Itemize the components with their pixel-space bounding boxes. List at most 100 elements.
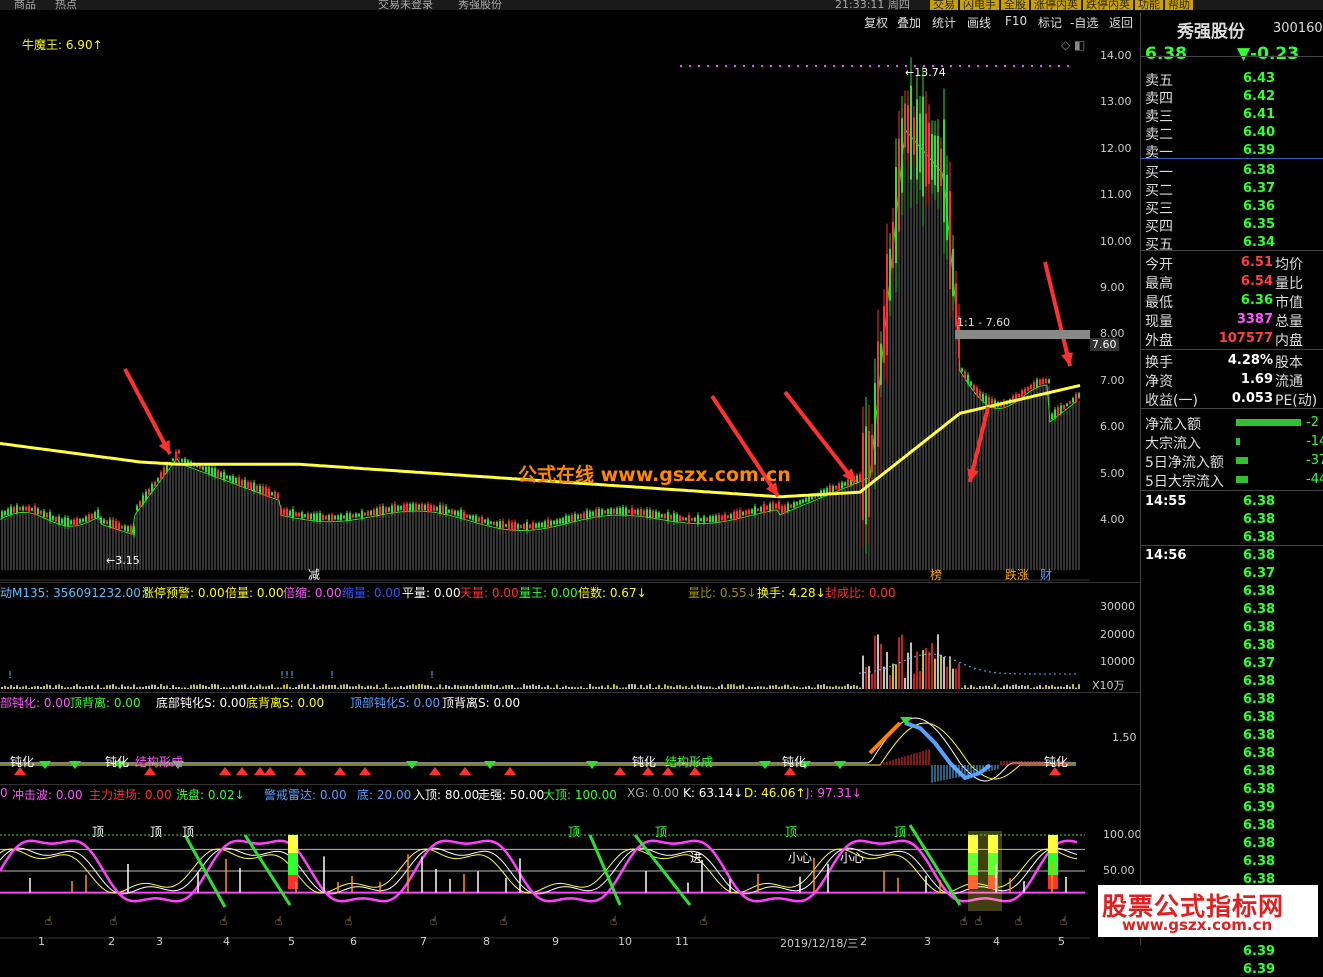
date-tick: 5 — [1058, 935, 1065, 948]
divergence-tag: 钝化 — [105, 755, 130, 769]
watermark-text: 公式在线 www.gszx.com.cn — [518, 464, 791, 486]
top-button-1[interactable]: 闪电手 — [960, 0, 999, 10]
ask-label: 卖四 — [1145, 91, 1173, 107]
date-tick: 2 — [108, 935, 115, 948]
site-watermark: 股票公式指标网 www.gszx.com.cn — [1098, 885, 1318, 937]
ask-price: 6.42 — [1243, 89, 1276, 104]
volume-tick: 20000 — [1100, 628, 1135, 641]
top-button-4[interactable]: 跌停内英 — [1083, 0, 1133, 10]
oscillator-tag: 顶 — [92, 825, 105, 839]
bid-label: 买四 — [1145, 219, 1173, 235]
stat-value: 3387 — [1236, 312, 1273, 327]
event-marker: 跌涨 — [1005, 568, 1030, 582]
price-high-label: ←13.74 — [905, 66, 946, 79]
event-marker: 财 — [1040, 568, 1053, 582]
top-button-6[interactable]: 帮助 — [1165, 0, 1193, 10]
tick-price: 6.38 — [1243, 692, 1276, 707]
stat2-label-right: 股本 — [1275, 355, 1303, 371]
volume-pane[interactable]: 动M135: 356091232.00↑ 涨停预警: 0.00 倍量: 0.00 倍缩… — [0, 582, 1140, 693]
current-price: 6.38 — [1145, 44, 1187, 64]
stat-value: 107577 — [1218, 331, 1273, 346]
date-tick: 4 — [223, 935, 230, 948]
oscillator-pane[interactable]: 0 冲击波: 0.00 主力进场: 0.00 洗盘: 0.02↓ 警戒雷达: 0.00 底… — [0, 784, 1142, 950]
menu-item-hot[interactable]: 热点 — [55, 0, 77, 10]
toolbar-item-6[interactable]: -自选 — [1070, 14, 1098, 31]
stat-label-right: 总量 — [1275, 314, 1303, 330]
oscillator-tag: 顶 — [150, 825, 163, 839]
top-button-5[interactable]: 功能 — [1135, 0, 1163, 10]
bid-label: 买五 — [1145, 237, 1173, 253]
event-marker: 榜 — [930, 568, 943, 582]
svg-text:☝: ☝ — [960, 914, 967, 928]
toolbar-item-1[interactable]: 叠加 — [897, 14, 921, 31]
svg-text:☝: ☝ — [610, 914, 617, 928]
date-tick: 9 — [552, 935, 559, 948]
price-tick: 14.00 — [1100, 49, 1132, 62]
bid-price: 6.36 — [1243, 199, 1276, 214]
top-button-2[interactable]: 全股 — [1001, 0, 1029, 10]
divergence-tag: 钝化 — [632, 755, 657, 769]
event-marker: 减 — [308, 568, 321, 582]
flow-value: -37 — [1306, 453, 1323, 468]
stat2-value: 4.28% — [1227, 353, 1273, 368]
date-tick: 7 — [420, 935, 427, 948]
date-tick: 4 — [993, 935, 1000, 948]
quote-panel: 秀强股份 300160 6.38 ▼-0.23 卖五 6.43 卖四 6.42 卖三 6.… — [1140, 12, 1323, 977]
ask-price: 6.43 — [1243, 71, 1276, 86]
tick-price: 6.38 — [1243, 512, 1276, 527]
flow-label: 5日净流入额 — [1145, 455, 1224, 471]
tick-price: 6.37 — [1243, 656, 1276, 671]
toolbar-item-5[interactable]: 标记 — [1038, 14, 1062, 31]
toolbar-item-7[interactable]: 返回 — [1109, 14, 1133, 31]
tick-price: 6.38 — [1243, 602, 1276, 617]
svg-text:!: ! — [290, 670, 294, 681]
toolbar-item-4[interactable]: F10 — [1005, 14, 1027, 28]
svg-text:!: ! — [330, 670, 334, 681]
price-low-label: ←3.15 — [106, 554, 140, 567]
watermark-url: www.gszx.com.cn — [1122, 916, 1273, 934]
tick-price: 6.38 — [1243, 494, 1276, 509]
volume-tick: 10000 — [1100, 655, 1135, 668]
bid-price: 6.35 — [1243, 217, 1276, 232]
date-tick: 2019/12/18/三 — [780, 937, 859, 950]
niumowang-indicator-label: 牛魔王: 6.90↑ — [22, 38, 103, 52]
svg-text:☝: ☝ — [220, 914, 227, 928]
tick-price: 6.38 — [1243, 782, 1276, 797]
menu-item-goods[interactable]: 商品 — [14, 0, 36, 10]
ask-price: 6.40 — [1243, 125, 1276, 140]
price-tick: 8.00 — [1100, 327, 1125, 341]
stat-label-right: 量比 — [1275, 276, 1303, 292]
date-tick: 6 — [350, 935, 357, 948]
toolbar-item-3[interactable]: 画线 — [967, 14, 991, 31]
stat2-label-right: 流通 — [1275, 374, 1303, 390]
toolbar-item-2[interactable]: 统计 — [932, 14, 956, 31]
ask-price: 6.41 — [1243, 107, 1276, 122]
date-tick: 3 — [156, 935, 163, 948]
stat-value: 6.54 — [1240, 274, 1273, 289]
ask-label: 卖三 — [1145, 109, 1173, 125]
candlestick-chart[interactable] — [0, 34, 1090, 582]
price-tick: 5.00 — [1100, 466, 1125, 480]
tick-price: 6.38 — [1243, 764, 1276, 779]
top-button-3[interactable]: 涨停内英 — [1031, 0, 1081, 10]
divergence-tag: 钝化 — [10, 755, 35, 769]
oscillator-tick: 50.00 — [1103, 864, 1135, 877]
toolbar-item-0[interactable]: 复权 — [864, 14, 888, 31]
ask-price: 6.39 — [1243, 143, 1276, 158]
date-tick: 8 — [483, 935, 490, 948]
svg-text:☝: ☝ — [275, 914, 282, 928]
tick-price: 6.38 — [1243, 710, 1276, 725]
oscillator-tag: 顶 — [655, 825, 668, 839]
divergence-tag: 钝化 — [782, 755, 807, 769]
top-button-0[interactable]: 交易 — [930, 0, 958, 10]
price-tick: 11.00 — [1100, 188, 1132, 202]
volume-tick: 30000 — [1100, 600, 1135, 613]
settings-icon[interactable]: ◇ ◧ — [1061, 38, 1085, 52]
tick-price: 6.38 — [1243, 638, 1276, 653]
oscillator-tick: 100.00 — [1103, 828, 1142, 841]
divergence-pane[interactable]: 部钝化: 0.00 顶背离: 0.00 底部钝化S: 0.00 底背离S: 0.00 顶… — [0, 692, 1140, 785]
oscillator-tag: 小心 — [788, 851, 813, 865]
reference-line-label: 1:1 - 7.60 — [957, 316, 1011, 329]
date-tick: 3 — [924, 935, 931, 948]
flow-bar — [1236, 476, 1248, 483]
